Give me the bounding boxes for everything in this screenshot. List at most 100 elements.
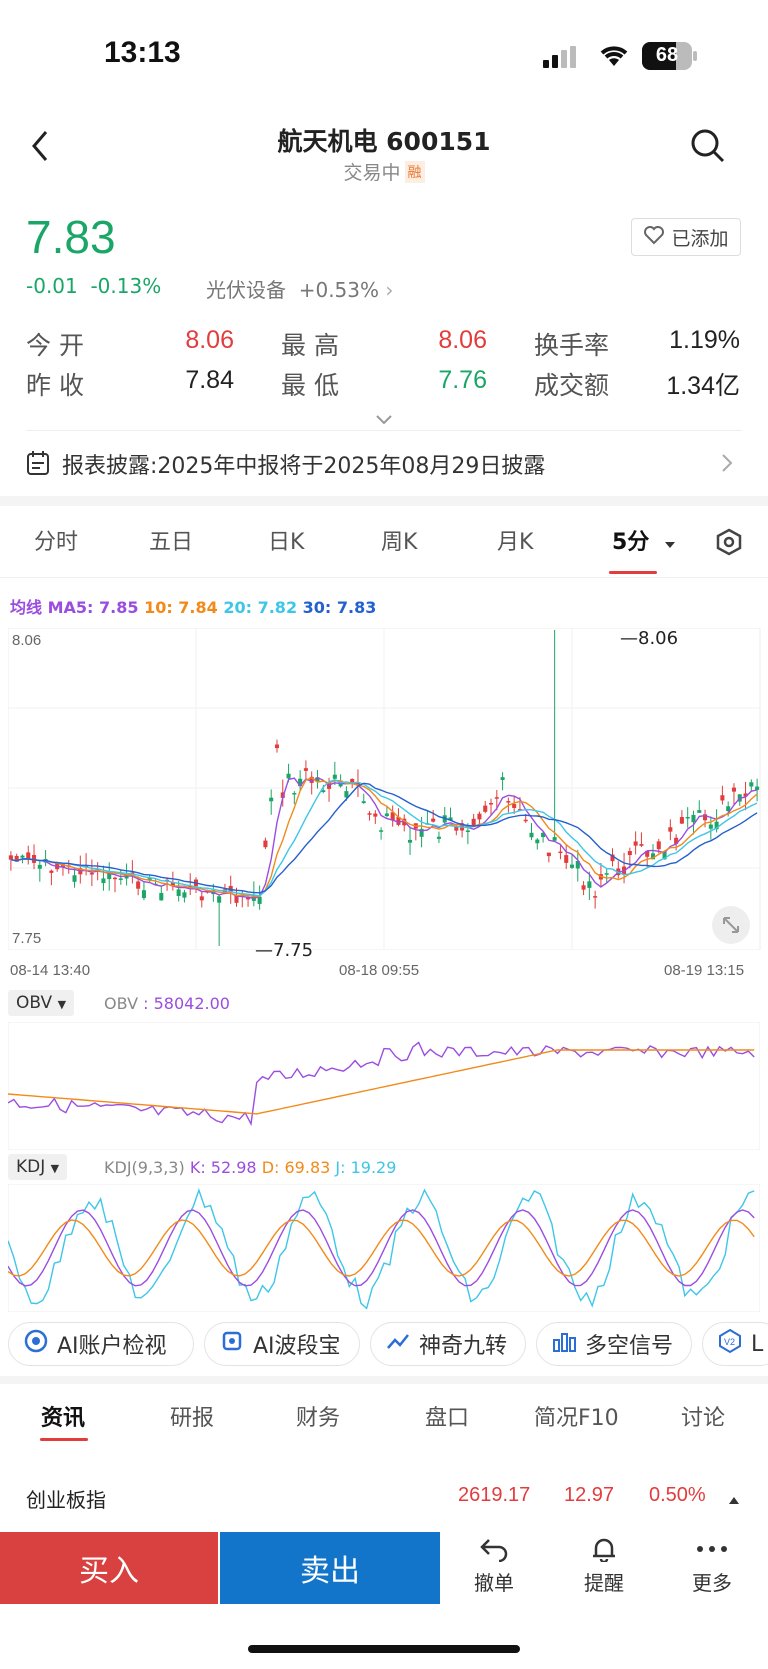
chart-settings-icon[interactable] bbox=[715, 528, 743, 560]
long-short-signal-chip[interactable]: 多空信号 bbox=[536, 1322, 692, 1366]
bar-chart-icon bbox=[551, 1328, 577, 1360]
dropdown-caret-icon bbox=[664, 534, 676, 553]
index-change: 12.97 bbox=[564, 1484, 615, 1506]
ai-account-review-chip[interactable]: AI账户检视 bbox=[8, 1322, 194, 1366]
home-indicator bbox=[248, 1645, 520, 1653]
ma5-value: MA5: 7.85 bbox=[47, 598, 139, 617]
tool-chips: AI账户检视 AI波段宝 神奇九转 多空信号 V2 L bbox=[8, 1322, 768, 1366]
ma20-value: 20: 7.82 bbox=[223, 598, 298, 617]
trend-line-icon bbox=[385, 1328, 411, 1360]
tab-news[interactable]: 资讯 bbox=[41, 1400, 85, 1432]
wifi-icon bbox=[598, 44, 630, 68]
kdj-j: J: 19.29 bbox=[335, 1158, 397, 1177]
v2-icon: V2 bbox=[717, 1328, 743, 1360]
divider bbox=[26, 430, 742, 431]
report-notice[interactable]: 报表披露:2025年中报将于2025年08月29日披露 bbox=[62, 448, 545, 480]
kdj-selector-label: KDJ bbox=[16, 1157, 46, 1177]
stat-label: 成交额 bbox=[534, 371, 610, 400]
buy-button[interactable]: 买入 bbox=[0, 1532, 218, 1604]
stat-label: 最 高 bbox=[281, 331, 339, 360]
tab-discussion[interactable]: 讨论 bbox=[681, 1400, 725, 1432]
dropdown-caret-icon: ▼ bbox=[50, 1162, 60, 1175]
tab-finance[interactable]: 财务 bbox=[296, 1400, 340, 1432]
more-dots-icon bbox=[677, 1536, 747, 1567]
tab-monthly-k[interactable]: 月K bbox=[497, 524, 533, 556]
battery-icon: 68 bbox=[642, 42, 698, 70]
cancel-order-label: 撤单 bbox=[474, 1571, 514, 1595]
price-axis-bottom: 7.75 bbox=[12, 930, 42, 947]
tab-daily-k[interactable]: 日K bbox=[268, 524, 304, 556]
stat-value: 7.76 bbox=[438, 366, 487, 394]
sector-change: +0.53% bbox=[298, 278, 380, 302]
magic-nine-chip[interactable]: 神奇九转 bbox=[370, 1322, 526, 1366]
undo-icon bbox=[459, 1536, 529, 1567]
tab-f10[interactable]: 简况F10 bbox=[534, 1400, 619, 1432]
ai-band-chip[interactable]: AI波段宝 bbox=[204, 1322, 360, 1366]
low-marker: —7.75 bbox=[255, 940, 314, 961]
chip-label: 多空信号 bbox=[585, 1334, 674, 1359]
search-icon[interactable] bbox=[690, 128, 726, 164]
chip-label: AI账户检视 bbox=[57, 1334, 167, 1359]
index-pct: 0.50% bbox=[649, 1484, 706, 1506]
obv-legend: OBV : 58042.00 bbox=[104, 994, 230, 1013]
signal-icon bbox=[543, 46, 585, 68]
kdj-params: KDJ(9,3,3) bbox=[104, 1158, 185, 1177]
obv-chart[interactable] bbox=[8, 1022, 760, 1150]
chip-label: L bbox=[751, 1331, 764, 1357]
sector-link[interactable]: 光伏设备 +0.53% › bbox=[206, 274, 393, 303]
stat-label: 今 开 bbox=[26, 331, 84, 360]
ai-chip-icon bbox=[219, 1328, 245, 1360]
sector-name: 光伏设备 bbox=[206, 278, 286, 302]
margin-badge: 融 bbox=[404, 161, 425, 183]
expand-chevron-icon[interactable] bbox=[374, 412, 394, 426]
obv-value: : 58042.00 bbox=[143, 994, 230, 1013]
candlestick-chart[interactable] bbox=[8, 628, 768, 950]
sell-button[interactable]: 卖出 bbox=[220, 1532, 440, 1604]
ma10-value: 10: 7.84 bbox=[144, 598, 218, 617]
cancel-order-button[interactable]: 撤单 bbox=[459, 1536, 529, 1596]
obv-selector[interactable]: OBV ▼ bbox=[8, 990, 75, 1016]
alert-button[interactable]: 提醒 bbox=[569, 1536, 639, 1596]
ai-scan-icon bbox=[23, 1328, 49, 1360]
alert-label: 提醒 bbox=[584, 1571, 624, 1595]
tab-research[interactable]: 研报 bbox=[170, 1400, 214, 1432]
ma-title: 均线 bbox=[10, 598, 43, 617]
chip-label: AI波段宝 bbox=[253, 1334, 341, 1359]
x-label-mid: 08-18 09:55 bbox=[339, 962, 420, 979]
stat-label: 换手率 bbox=[534, 331, 610, 360]
chip-label: 神奇九转 bbox=[419, 1334, 508, 1359]
high-marker: —8.06 bbox=[620, 628, 679, 649]
fullscreen-icon[interactable] bbox=[712, 906, 750, 944]
tab-intraday[interactable]: 分时 bbox=[34, 524, 78, 556]
index-name: 创业板指 bbox=[26, 1488, 106, 1512]
tab-5min[interactable]: 5分 bbox=[612, 524, 649, 556]
tab-weekly-k[interactable]: 周K bbox=[381, 524, 417, 556]
high-marker-value: 8.06 bbox=[638, 628, 679, 649]
calendar-icon bbox=[26, 450, 50, 476]
kdj-selector[interactable]: KDJ ▼ bbox=[8, 1154, 68, 1180]
v2-chip[interactable]: V2 L bbox=[702, 1322, 768, 1366]
ma30-value: 30: 7.83 bbox=[302, 598, 377, 617]
chevron-right-icon: › bbox=[385, 278, 394, 302]
stat-label: 最 低 bbox=[281, 371, 339, 400]
stat-value: 7.84 bbox=[185, 366, 234, 394]
section-gap bbox=[0, 496, 768, 506]
collapse-caret-icon[interactable] bbox=[728, 1490, 740, 1509]
stat-label: 昨 收 bbox=[26, 371, 84, 400]
watchlist-label: 已添加 bbox=[671, 227, 729, 250]
trading-status-text: 交易中 bbox=[343, 162, 401, 184]
more-button[interactable]: 更多 bbox=[677, 1536, 747, 1596]
dropdown-caret-icon: ▼ bbox=[57, 998, 67, 1011]
watchlist-button[interactable]: 已添加 bbox=[631, 218, 741, 256]
tab-five-day[interactable]: 五日 bbox=[149, 524, 193, 556]
kdj-k: K: 52.98 bbox=[189, 1158, 257, 1177]
svg-text:V2: V2 bbox=[724, 1337, 735, 1347]
stat-value: 8.06 bbox=[438, 326, 487, 354]
status-time: 13:13 bbox=[104, 36, 181, 69]
current-price: 7.83 bbox=[26, 211, 116, 263]
more-label: 更多 bbox=[692, 1571, 732, 1595]
change-pct: -0.13% bbox=[90, 274, 162, 298]
tab-order-book[interactable]: 盘口 bbox=[425, 1400, 469, 1432]
kdj-chart[interactable] bbox=[8, 1184, 760, 1312]
low-marker-value: 7.75 bbox=[273, 940, 314, 961]
